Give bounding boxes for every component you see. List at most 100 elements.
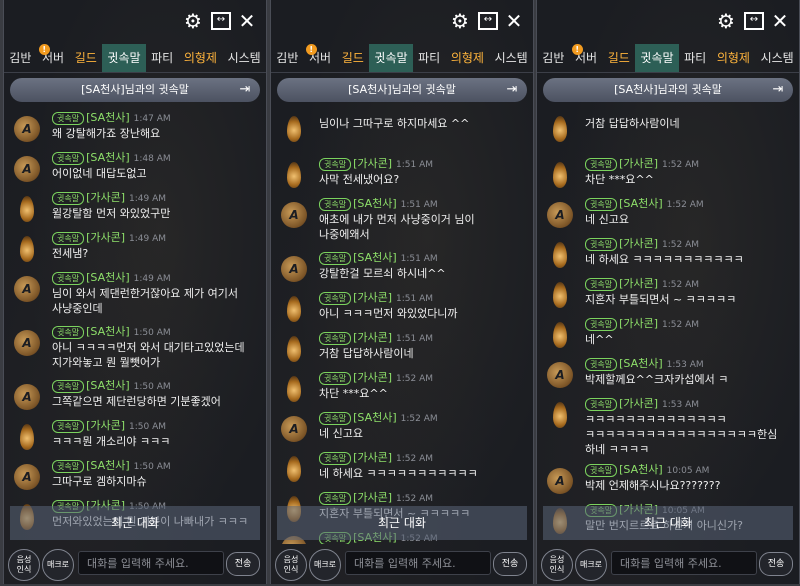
flame-avatar-icon[interactable]	[287, 296, 301, 322]
sender-name[interactable]: [가사콘]	[86, 419, 125, 432]
emblem-avatar-icon[interactable]: A	[547, 362, 573, 388]
sender-name[interactable]: [SA천사]	[86, 111, 130, 124]
sender-name[interactable]: [가사콘]	[353, 371, 392, 384]
tab-5[interactable]: 의형제	[179, 44, 223, 72]
voice-recognition-button[interactable]: 음성 인식	[541, 549, 573, 581]
emblem-avatar-icon[interactable]: A	[14, 384, 40, 410]
macro-button[interactable]: 매크로	[575, 549, 607, 581]
sender-name[interactable]: [가사콘]	[619, 277, 658, 290]
chat-input[interactable]: 대화를 입력해 주세요.	[345, 551, 491, 575]
sender-name[interactable]: [SA천사]	[619, 357, 663, 370]
exit-icon[interactable]: ⇥	[238, 82, 252, 98]
gear-icon[interactable]: ⚙	[449, 10, 471, 32]
tab-6[interactable]: 시스템	[489, 44, 533, 72]
macro-button[interactable]: 매크로	[309, 549, 341, 581]
sender-name[interactable]: [SA천사]	[353, 251, 397, 264]
tab-6[interactable]: 시스템	[222, 44, 266, 72]
emblem-avatar-icon[interactable]: A	[547, 468, 573, 494]
emblem-avatar-icon[interactable]: A	[14, 330, 40, 356]
sender-name[interactable]: [가사콘]	[619, 157, 658, 170]
recent-conversation-button[interactable]: 최근 대화	[277, 506, 527, 540]
emblem-avatar-icon[interactable]: A	[14, 116, 40, 142]
flame-avatar-icon[interactable]	[287, 456, 301, 482]
sender-name[interactable]: [가사콘]	[86, 191, 125, 204]
macro-button[interactable]: 매크로	[42, 549, 74, 581]
voice-recognition-button[interactable]: 음성 인식	[8, 549, 40, 581]
emblem-avatar-icon[interactable]: A	[281, 202, 307, 228]
tab-4[interactable]: 파티	[146, 44, 179, 72]
flame-avatar-icon[interactable]	[553, 162, 567, 188]
resize-icon[interactable]: ↔	[477, 10, 499, 32]
sender-name[interactable]: [가사콘]	[619, 317, 658, 330]
voice-recognition-button[interactable]: 음성 인식	[275, 549, 307, 581]
sender-name[interactable]: [SA천사]	[353, 197, 397, 210]
tab-0[interactable]: 김반	[4, 44, 37, 72]
exit-icon[interactable]: ⇥	[771, 82, 785, 98]
flame-avatar-icon[interactable]	[553, 282, 567, 308]
tab-3[interactable]: 귓속말	[635, 44, 679, 72]
emblem-avatar-icon[interactable]: A	[14, 156, 40, 182]
send-button[interactable]: 전송	[226, 552, 260, 576]
tab-0[interactable]: 김반	[271, 44, 304, 72]
sender-name[interactable]: [가사콘]	[353, 451, 392, 464]
flame-avatar-icon[interactable]	[287, 336, 301, 362]
tab-6[interactable]: 시스템	[755, 44, 799, 72]
send-button[interactable]: 전송	[493, 552, 527, 576]
resize-icon[interactable]: ↔	[210, 10, 232, 32]
flame-avatar-icon[interactable]	[553, 402, 567, 428]
tab-1[interactable]: 서버!	[37, 44, 70, 72]
message-list[interactable]: A 귓속말 [SA천사] 1:47 AM 왜 강탈해가죠 장난해요 A 귓속말 [SA천사] 1…	[4, 110, 266, 544]
flame-avatar-icon[interactable]	[20, 236, 34, 262]
message-list[interactable]: 거참 답답하사람이네 귓속말 [가사콘] 1:52 AM 차단 ***요^^ A 귓속말 [S…	[537, 110, 799, 544]
sender-name[interactable]: [SA천사]	[86, 379, 130, 392]
emblem-avatar-icon[interactable]: A	[547, 202, 573, 228]
sender-name[interactable]: [가사콘]	[353, 291, 392, 304]
tab-2[interactable]: 길드	[602, 44, 635, 72]
tab-5[interactable]: 의형제	[712, 44, 756, 72]
flame-avatar-icon[interactable]	[20, 424, 34, 450]
sender-name[interactable]: [SA천사]	[86, 271, 130, 284]
flame-avatar-icon[interactable]	[287, 162, 301, 188]
tab-2[interactable]: 길드	[336, 44, 369, 72]
flame-avatar-icon[interactable]	[553, 322, 567, 348]
flame-avatar-icon[interactable]	[287, 116, 301, 142]
resize-icon[interactable]: ↔	[743, 10, 765, 32]
gear-icon[interactable]: ⚙	[715, 10, 737, 32]
close-icon[interactable]: ✕	[236, 10, 258, 32]
tab-1[interactable]: 서버!	[570, 44, 603, 72]
sender-name[interactable]: [가사콘]	[353, 157, 392, 170]
emblem-avatar-icon[interactable]: A	[281, 256, 307, 282]
chat-input[interactable]: 대화를 입력해 주세요.	[611, 551, 757, 575]
sender-name[interactable]: [SA천사]	[86, 151, 130, 164]
emblem-avatar-icon[interactable]: A	[14, 464, 40, 490]
sender-name[interactable]: [SA천사]	[86, 459, 130, 472]
sender-name[interactable]: [가사콘]	[619, 237, 658, 250]
sender-name[interactable]: [SA천사]	[619, 463, 663, 476]
gear-icon[interactable]: ⚙	[182, 10, 204, 32]
tab-5[interactable]: 의형제	[446, 44, 490, 72]
flame-avatar-icon[interactable]	[553, 116, 567, 142]
chat-input[interactable]: 대화를 입력해 주세요.	[78, 551, 224, 575]
sender-name[interactable]: [SA천사]	[353, 411, 397, 424]
emblem-avatar-icon[interactable]: A	[281, 416, 307, 442]
tab-3[interactable]: 귓속말	[369, 44, 413, 72]
tab-1[interactable]: 서버!	[304, 44, 337, 72]
send-button[interactable]: 전송	[759, 552, 793, 576]
flame-avatar-icon[interactable]	[287, 376, 301, 402]
tab-2[interactable]: 길드	[69, 44, 102, 72]
message-list[interactable]: 님이나 그따구로 하지마세요 ^^ 귓속말 [가사콘] 1:51 AM 사막 전세냈어요…	[271, 110, 533, 544]
tab-4[interactable]: 파티	[413, 44, 446, 72]
recent-conversation-button[interactable]: 최근 대화	[543, 506, 793, 540]
sender-name[interactable]: [SA천사]	[619, 197, 663, 210]
flame-avatar-icon[interactable]	[553, 242, 567, 268]
sender-name[interactable]: [SA천사]	[86, 325, 130, 338]
close-icon[interactable]: ✕	[769, 10, 791, 32]
recent-conversation-button[interactable]: 최근 대화	[10, 506, 260, 540]
emblem-avatar-icon[interactable]: A	[14, 276, 40, 302]
exit-icon[interactable]: ⇥	[505, 82, 519, 98]
sender-name[interactable]: [가사콘]	[619, 397, 658, 410]
tab-3[interactable]: 귓속말	[102, 44, 146, 72]
sender-name[interactable]: [가사콘]	[86, 231, 125, 244]
tab-0[interactable]: 김반	[537, 44, 570, 72]
sender-name[interactable]: [가사콘]	[353, 331, 392, 344]
